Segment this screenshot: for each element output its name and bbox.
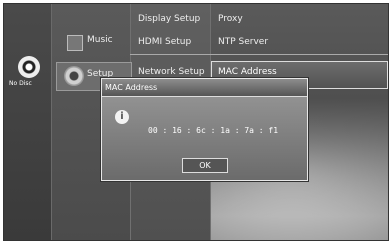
- music-menu-item[interactable]: Music: [87, 35, 113, 45]
- dialog-title: MAC Address: [102, 79, 307, 97]
- info-icon: i: [115, 110, 129, 124]
- music-icon: [67, 35, 83, 51]
- setup-gear-icon: [64, 66, 84, 86]
- ok-button[interactable]: OK: [182, 158, 228, 173]
- network-setup-item[interactable]: Network Setup: [138, 67, 205, 77]
- screen: No Disc Music Setup Display Setup HDMI S…: [0, 0, 391, 243]
- disc-icon: [18, 56, 40, 78]
- mac-address-dialog: MAC Address i 00 : 16 : 6c : 1a : 7a : f…: [101, 78, 308, 181]
- menu-divider: [130, 54, 388, 55]
- no-disc-label: No Disc: [9, 80, 32, 87]
- proxy-item[interactable]: Proxy: [218, 14, 243, 24]
- tv-ui: No Disc Music Setup Display Setup HDMI S…: [3, 3, 389, 241]
- mac-address-item[interactable]: MAC Address: [218, 67, 277, 77]
- mac-address-value: 00 : 16 : 6c : 1a : 7a : f1: [148, 126, 279, 135]
- ntp-server-item[interactable]: NTP Server: [218, 37, 268, 47]
- hdmi-setup-item[interactable]: HDMI Setup: [138, 37, 191, 47]
- left-status-column: [4, 4, 51, 240]
- display-setup-item[interactable]: Display Setup: [138, 14, 200, 24]
